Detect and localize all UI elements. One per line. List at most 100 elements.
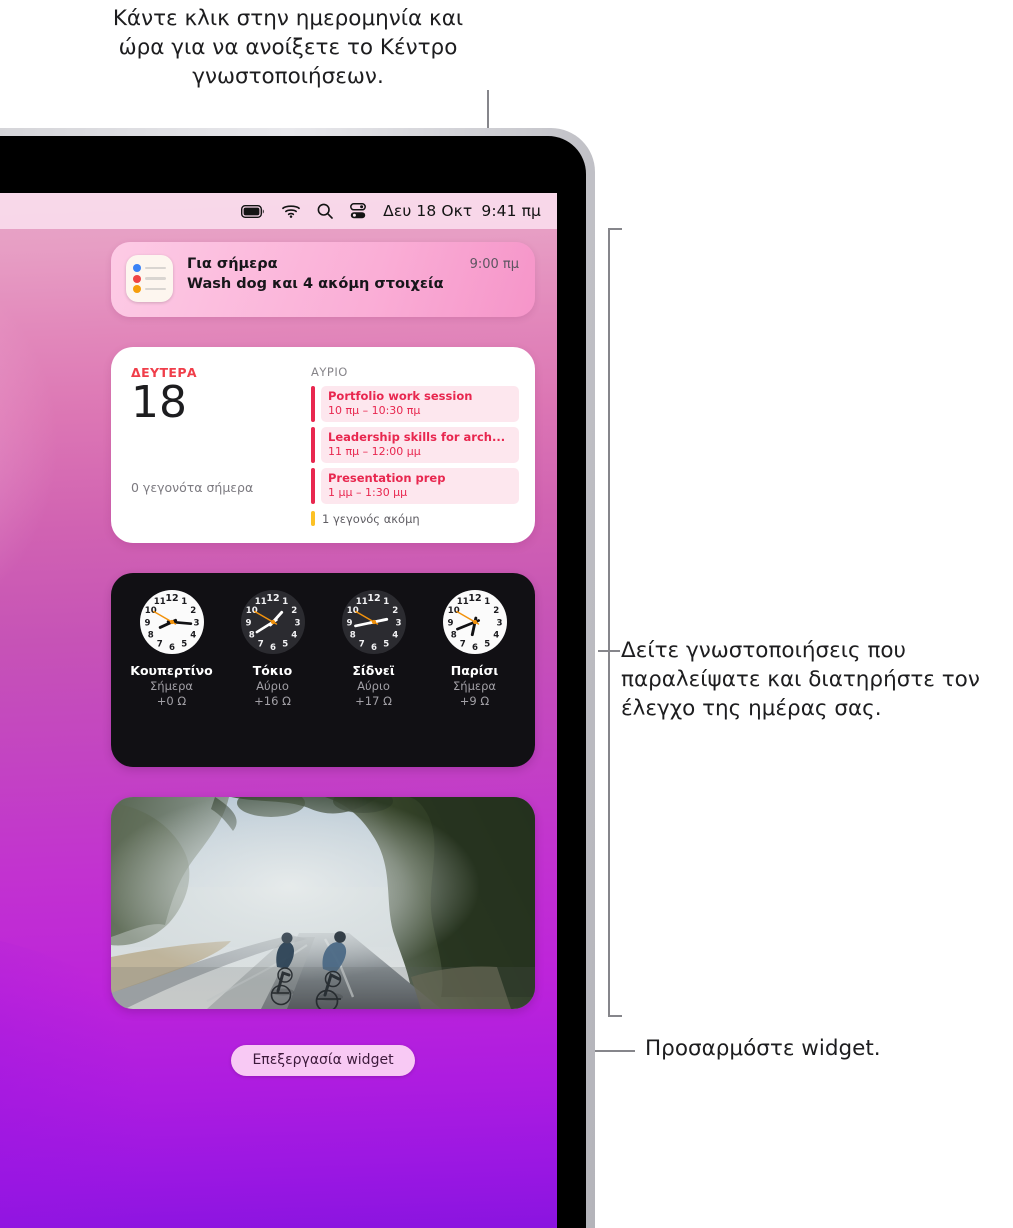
photo-cyclists-on-foggy-road: [111, 797, 535, 1009]
world-clock-cell[interactable]: 12 1 2 3 4 5 6 7 8 9 10 11 Τόκιο Αύριο +16 Ω: [224, 589, 321, 753]
battery-icon[interactable]: [241, 204, 265, 218]
svg-text:7: 7: [358, 640, 364, 650]
reminder-line: [145, 287, 166, 291]
control-center-icon[interactable]: [350, 203, 367, 219]
svg-text:3: 3: [496, 618, 502, 628]
calendar-tomorrow-label: ΑΥΡΙΟ: [311, 365, 348, 379]
svg-text:4: 4: [291, 631, 297, 641]
menu-bar-time: 9:41 πμ: [481, 202, 541, 220]
svg-text:5: 5: [181, 640, 187, 650]
calendar-event-body: Leadership skills for arch... 11 πμ – 12:…: [321, 427, 519, 463]
svg-text:10: 10: [144, 606, 156, 616]
clock-city-name: Τόκιο: [252, 663, 293, 678]
svg-text:2: 2: [493, 606, 499, 616]
calendar-event-body: Presentation prep 1 μμ – 1:30 μμ: [321, 468, 519, 504]
world-clock-cell[interactable]: 12 1 2 3 4 5 6 7 8 9 10 11 Σίδνεϊ Αύριο +17 Ω: [325, 589, 422, 753]
svg-text:1: 1: [181, 597, 187, 607]
svg-text:1: 1: [383, 597, 389, 607]
clock-city-name: Παρίσι: [450, 663, 499, 678]
svg-text:10: 10: [447, 606, 459, 616]
reminder-dot-red: [133, 274, 141, 283]
notification-center-panel: Για σήμερα Wash dog και 4 ακόμη στοιχεία…: [111, 242, 535, 1076]
svg-text:11: 11: [456, 597, 468, 607]
svg-text:11: 11: [355, 597, 367, 607]
svg-text:4: 4: [392, 631, 398, 641]
calendar-more-color-bar: [311, 511, 315, 526]
svg-text:9: 9: [346, 618, 352, 628]
clock-face: 12 1234567891011: [442, 590, 507, 654]
clock-day-label: Σήμερα: [150, 679, 193, 693]
svg-text:5: 5: [282, 640, 288, 650]
svg-text:10: 10: [245, 606, 257, 616]
notification-banner-reminders[interactable]: Για σήμερα Wash dog και 4 ακόμη στοιχεία…: [111, 242, 535, 317]
svg-text:9: 9: [144, 618, 150, 628]
calendar-event-title: Portfolio work session: [328, 389, 473, 403]
menu-bar-clock[interactable]: Δευ 18 Οκτ 9:41 πμ: [383, 202, 541, 220]
calendar-event[interactable]: Leadership skills for arch... 11 πμ – 12:…: [311, 427, 519, 463]
macbook-device: Δευ 18 Οκτ 9:41 πμ Για σήμερα Wash dog κ…: [0, 128, 595, 1228]
calendar-event[interactable]: Portfolio work session 10 πμ – 10:30 πμ: [311, 386, 519, 422]
notification-subtitle: Wash dog και 4 ακόμη στοιχεία: [187, 276, 444, 292]
callout-bracket-mid-tick: [598, 650, 620, 652]
calendar-no-events-text: 0 γεγονότα σήμερα: [131, 480, 254, 495]
svg-text:12: 12: [367, 593, 380, 604]
reminder-dot-blue: [133, 264, 141, 272]
calendar-event-color-bar: [311, 468, 315, 504]
svg-text:4: 4: [190, 631, 196, 641]
callout-bracket-vertical: [608, 228, 610, 1017]
world-clock-cell[interactable]: 12 1 2 3 4 5 6 7 8 9 10 11 Κουπερτίνο Σήμερα +0 Ω: [123, 589, 220, 753]
svg-text:6: 6: [169, 643, 175, 653]
clock-face: 12 1234567891011: [139, 590, 204, 654]
photos-widget[interactable]: [111, 797, 535, 1009]
clock-city-name: Κουπερτίνο: [130, 663, 213, 678]
svg-text:1: 1: [282, 597, 288, 607]
reminders-icon: [126, 255, 173, 302]
reminder-dot-orange: [133, 285, 141, 293]
clock-day-label: Αύριο: [256, 679, 289, 693]
svg-text:2: 2: [291, 606, 297, 616]
calendar-day-number: 18: [131, 377, 187, 428]
svg-text:12: 12: [266, 593, 279, 604]
calendar-today-column: ΔΕΥΤΕΡΑ 18 0 γεγονότα σήμερα: [131, 365, 311, 527]
svg-text:12: 12: [165, 593, 178, 604]
calendar-event-time: 11 πμ – 12:00 μμ: [328, 445, 421, 458]
calendar-event-time: 10 πμ – 10:30 πμ: [328, 404, 421, 417]
desktop-screen: Δευ 18 Οκτ 9:41 πμ Για σήμερα Wash dog κ…: [0, 193, 557, 1228]
svg-text:2: 2: [190, 606, 196, 616]
svg-text:7: 7: [156, 640, 162, 650]
callout-text-notification-center: Κάντε κλικ στην ημερομηνία και ώρα για ν…: [112, 6, 464, 89]
notification-time: 9:00 πμ: [469, 257, 519, 272]
calendar-event-list: Portfolio work session 10 πμ – 10:30 πμ Le…: [311, 386, 519, 509]
svg-text:1: 1: [484, 597, 490, 607]
svg-text:7: 7: [257, 640, 263, 650]
callout-bracket-top-tick: [608, 228, 622, 230]
notification-title: Για σήμερα: [187, 256, 278, 272]
svg-text:10: 10: [346, 606, 358, 616]
calendar-widget[interactable]: ΔΕΥΤΕΡΑ 18 0 γεγονότα σήμερα ΑΥΡΙΟ Portf…: [111, 347, 535, 543]
calendar-event-body: Portfolio work session 10 πμ – 10:30 πμ: [321, 386, 519, 422]
calendar-event-time: 1 μμ – 1:30 μμ: [328, 486, 408, 499]
menu-bar: Δευ 18 Οκτ 9:41 πμ: [0, 193, 557, 229]
clock-face: 12 1234567891011: [240, 590, 305, 654]
reminder-row: [133, 264, 166, 272]
svg-text:8: 8: [349, 631, 355, 641]
calendar-event-color-bar: [311, 386, 315, 422]
svg-text:7: 7: [459, 640, 465, 650]
world-clock-cell[interactable]: 12 1 2 3 4 5 6 7 8 9 10 11 Παρίσι Σήμερα +9 Ω: [426, 589, 523, 753]
reminder-line: [145, 266, 166, 270]
svg-text:5: 5: [383, 640, 389, 650]
wifi-icon[interactable]: [282, 204, 301, 218]
search-icon[interactable]: [317, 203, 333, 219]
svg-text:8: 8: [450, 631, 456, 641]
calendar-event-color-bar: [311, 427, 315, 463]
world-clock-widget[interactable]: 12 1 2 3 4 5 6 7 8 9 10 11 Κουπερτίνο Σήμερα +0 Ω 12 1 2 3…: [111, 573, 535, 767]
callout-text-customize-widgets: Προσαρμόστε widget.: [645, 1036, 881, 1061]
screen-bezel: Δευ 18 Οκτ 9:41 πμ Για σήμερα Wash dog κ…: [0, 136, 586, 1228]
svg-text:8: 8: [248, 631, 254, 641]
svg-text:6: 6: [270, 643, 276, 653]
callout-text-missed-notifications: Δείτε γνωστοποιήσεις που παραλείψατε και…: [621, 638, 980, 721]
svg-text:3: 3: [294, 618, 300, 628]
calendar-event-title: Leadership skills for arch...: [328, 430, 506, 444]
calendar-event[interactable]: Presentation prep 1 μμ – 1:30 μμ: [311, 468, 519, 504]
edit-widgets-button[interactable]: Επεξεργασία widget: [231, 1045, 415, 1076]
